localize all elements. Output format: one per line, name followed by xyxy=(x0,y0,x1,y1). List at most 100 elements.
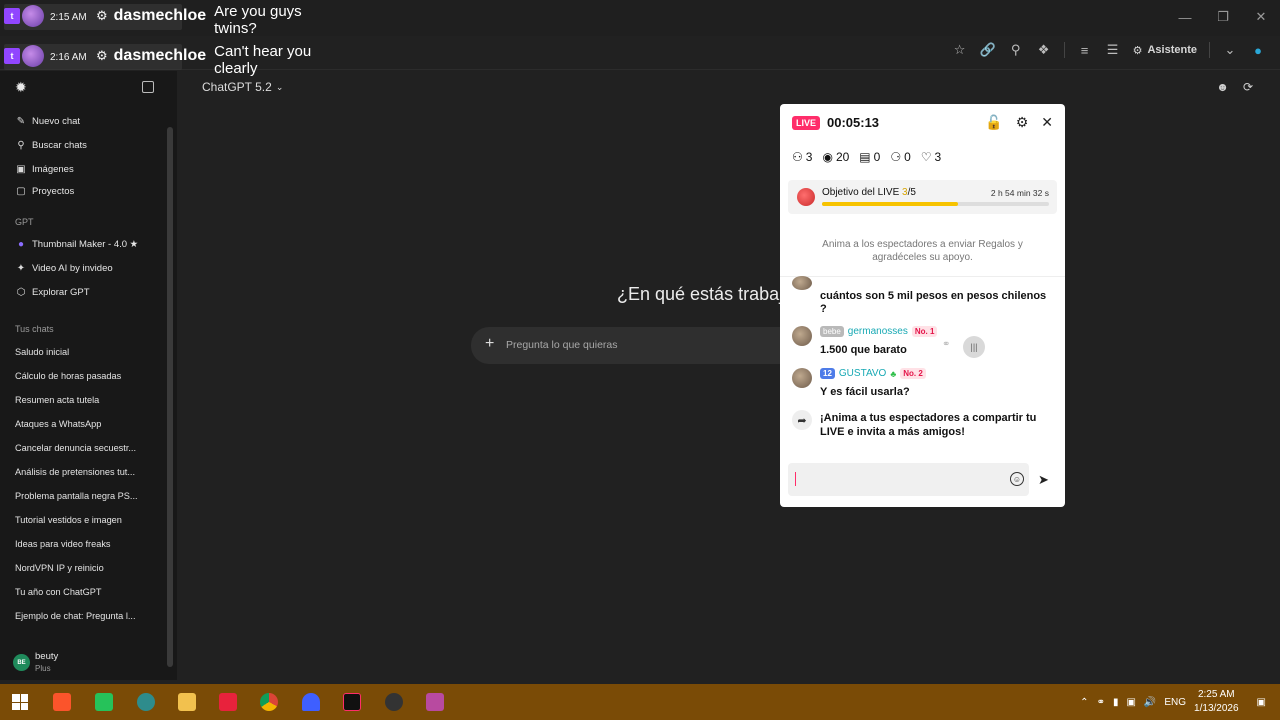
chat-item[interactable]: Resumen acta tutela xyxy=(15,395,140,405)
windows-start-icon[interactable] xyxy=(12,694,28,710)
app-icon[interactable] xyxy=(137,693,155,711)
live-badge: LIVE xyxy=(792,116,821,130)
text-caret xyxy=(795,472,796,486)
sidebar-item-new-chat[interactable]: ✎ Nuevo chat xyxy=(15,112,80,130)
gear-icon[interactable]: ⚙ xyxy=(1016,114,1029,131)
clock[interactable]: 2:25 AM 1/13/2026 xyxy=(1194,688,1239,716)
minimize-icon[interactable]: — xyxy=(1166,0,1204,34)
overlay-message: Can't hear you clearly xyxy=(214,43,312,77)
username[interactable]: germanosses xyxy=(848,326,908,337)
copilot-icon[interactable]: ● xyxy=(1250,42,1266,58)
stat-value: 0 xyxy=(904,150,911,164)
sync-app-icon[interactable] xyxy=(95,693,113,711)
goal-time-left: 2 h 54 min 32 s xyxy=(990,188,1049,198)
sidebar: ✹ ✎ Nuevo chat ⚲ Buscar chats ▣ Imágenes… xyxy=(0,71,177,680)
user-avatar[interactable]: BE xyxy=(13,654,30,671)
send-icon[interactable]: ➤ xyxy=(1038,472,1049,488)
nordvpn-icon[interactable] xyxy=(302,693,320,711)
chevron-up-icon[interactable]: ⌃ xyxy=(1080,697,1088,708)
prompt-input[interactable]: + Pregunta lo que quieras xyxy=(471,327,811,364)
add-person-icon[interactable]: ☻ xyxy=(1216,80,1229,94)
volume-icon[interactable]: 🔊 xyxy=(1144,697,1156,708)
sidebar-toggle-icon[interactable] xyxy=(142,81,154,93)
chat-item[interactable]: Cálculo de horas pasadas xyxy=(15,371,140,381)
stat-shares: ⚆ 0 xyxy=(890,150,910,164)
live-goal[interactable]: Objetivo del LIVE 3/5 2 h 54 min 32 s xyxy=(788,180,1057,214)
lock-icon[interactable]: 🔓 xyxy=(985,114,1002,131)
rank-badge: No. 2 xyxy=(900,368,926,379)
notifications-icon[interactable]: ▣ xyxy=(1257,697,1266,708)
chat-item[interactable]: Tutorial vestidos e imagen xyxy=(15,515,140,525)
menu-lines-icon[interactable]: ≡ xyxy=(1077,42,1093,58)
extensions-icon[interactable]: ❖ xyxy=(1036,42,1052,58)
prompt-placeholder: Pregunta lo que quieras xyxy=(506,339,618,351)
mic-icon[interactable]: ⚭ xyxy=(1097,697,1105,708)
share-prompt[interactable]: ¡Anima a tus espectadores a compartir tu… xyxy=(820,411,1050,439)
chat-item[interactable]: Ideas para video freaks xyxy=(15,539,140,549)
chat-item[interactable]: Problema pantalla negra PS... xyxy=(15,491,140,501)
chevron-down-icon[interactable]: ⌄ xyxy=(1222,42,1238,58)
network-icon[interactable]: ▣ xyxy=(1126,697,1135,708)
user-name[interactable]: beuty xyxy=(35,651,58,662)
live-studio-icon[interactable] xyxy=(426,693,444,711)
chrome-icon[interactable] xyxy=(260,693,278,711)
audio-wave-icon[interactable]: ||| xyxy=(963,336,985,358)
divider xyxy=(780,276,1065,277)
mic-icon[interactable]: ⚭ xyxy=(942,339,950,350)
temporary-chat-icon[interactable]: ⟳ xyxy=(1243,80,1253,94)
emoji-icon[interactable]: ☺ xyxy=(1010,472,1024,486)
obs-icon[interactable] xyxy=(385,693,403,711)
goal-gift-icon xyxy=(797,188,815,206)
star-icon[interactable]: ☆ xyxy=(952,42,968,58)
avatar xyxy=(792,368,812,388)
overlay-message: Are you guys twins? xyxy=(214,3,302,37)
overlay-chat-row: t 2:15 AM ⚙ dasmechloe Are you guys twin… xyxy=(4,2,334,38)
fan-badge: bebe xyxy=(820,326,844,337)
toolbar-divider xyxy=(1209,42,1210,58)
plus-icon[interactable]: + xyxy=(485,335,494,353)
chat-item[interactable]: Cancelar denuncia secuestr... xyxy=(15,443,140,453)
folder-icon: ▢ xyxy=(16,185,26,197)
close-window-icon[interactable]: ✕ xyxy=(1242,0,1280,34)
chat-item[interactable]: Saludo inicial xyxy=(15,347,140,357)
assistant-icon: ⚙ xyxy=(1132,44,1143,57)
sidebar-item-label: Thumbnail Maker - 4.0 ★ xyxy=(32,238,139,250)
tiktok-icon[interactable] xyxy=(343,693,361,711)
stat-views: ◉ 20 xyxy=(822,150,849,164)
link-icon[interactable]: 🔗 xyxy=(980,42,996,58)
sidebar-explore-gpt[interactable]: ⬡ Explorar GPT xyxy=(15,283,90,301)
users-icon: ⚇ xyxy=(792,150,803,164)
red-app-icon[interactable] xyxy=(219,693,237,711)
chat-item[interactable]: Análisis de pretensiones tut... xyxy=(15,467,140,477)
battery-icon[interactable]: ▮ xyxy=(1113,697,1119,708)
live-chat-input[interactable]: ☺ xyxy=(788,463,1029,496)
openai-logo-icon[interactable]: ✹ xyxy=(15,80,29,94)
maximize-icon[interactable]: ❐ xyxy=(1204,0,1242,34)
language-indicator[interactable]: ENG xyxy=(1164,697,1186,708)
chat-item[interactable]: Tu año con ChatGPT xyxy=(15,587,140,597)
close-icon[interactable]: ✕ xyxy=(1041,114,1053,131)
sidebar-item-projects[interactable]: ▢ Proyectos xyxy=(15,182,74,200)
sidebar-gpt-thumbnail[interactable]: ● Thumbnail Maker - 4.0 ★ xyxy=(15,235,138,253)
live-panel-actions: 🔓 ⚙ ✕ xyxy=(985,114,1053,131)
sidebar-item-search[interactable]: ⚲ Buscar chats xyxy=(15,136,87,154)
sidebar-gpt-video[interactable]: ✦ Video AI by invideo xyxy=(15,259,113,277)
sidebar-item-images[interactable]: ▣ Imágenes xyxy=(15,160,73,178)
chat-item[interactable]: NordVPN IP y reinicio xyxy=(15,563,140,573)
model-picker[interactable]: ChatGPT 5.2 ⌄ xyxy=(202,80,283,94)
avatar xyxy=(792,326,812,346)
chat-item[interactable]: Ejemplo de chat: Pregunta l... xyxy=(15,611,140,621)
model-name: ChatGPT 5.2 xyxy=(202,80,272,94)
message-text: cuántos son 5 mil pesos en pesos chileno… xyxy=(820,290,1047,315)
sidebar-scrollbar[interactable] xyxy=(167,127,173,667)
sidebar-item-label: Proyectos xyxy=(32,185,75,197)
stat-value: 0 xyxy=(873,150,881,164)
clock-date: 1/13/2026 xyxy=(1194,703,1239,714)
assistant-button[interactable]: ⚙ Asistente xyxy=(1133,44,1197,57)
brave-icon[interactable] xyxy=(53,693,71,711)
audio-wave-icon[interactable]: ☰ xyxy=(1105,42,1121,58)
username[interactable]: GUSTAVO xyxy=(839,368,886,379)
file-explorer-icon[interactable] xyxy=(178,693,196,711)
chat-item[interactable]: Ataques a WhatsApp xyxy=(15,419,140,429)
lens-icon[interactable]: ⚲ xyxy=(1008,42,1024,58)
